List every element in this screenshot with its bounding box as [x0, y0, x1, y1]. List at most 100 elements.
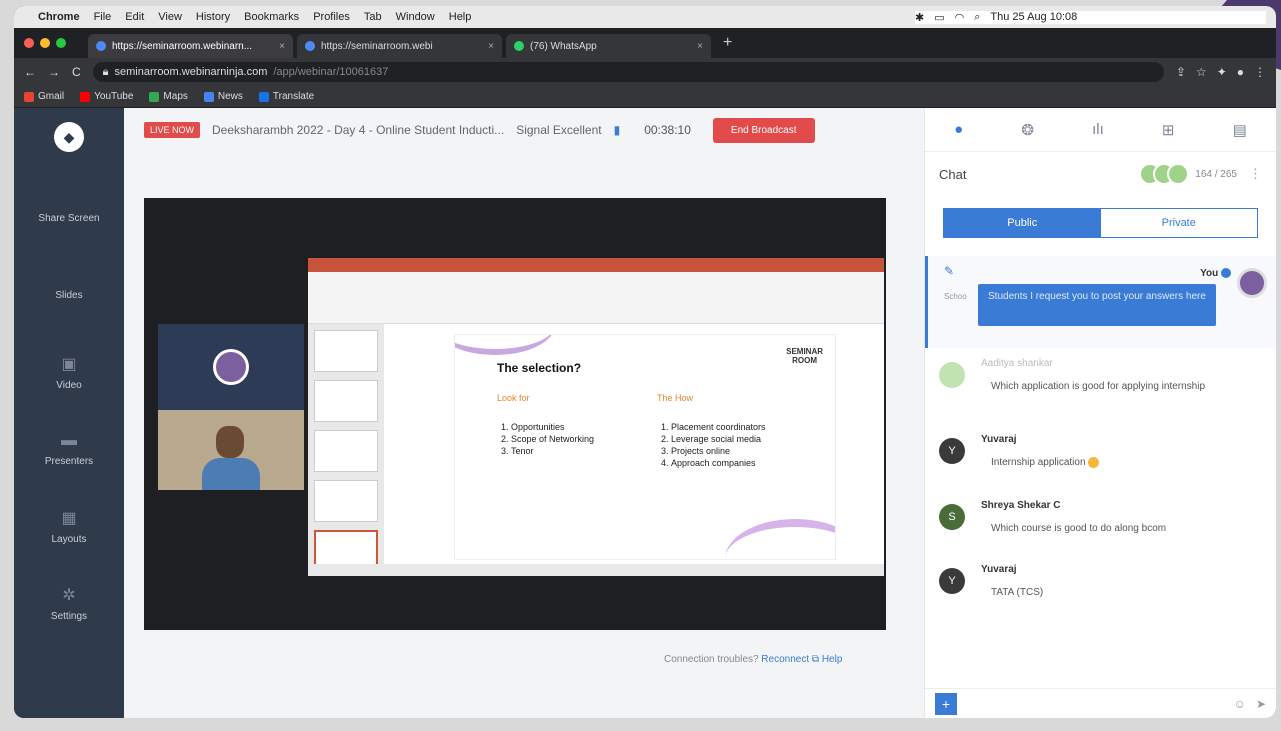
nav-share-screen[interactable]: Share Screen [38, 180, 99, 257]
webinar-app: ◆ Share Screen Slides ▣ Video ▬ Presente… [14, 108, 1276, 718]
video-icon: ▣ [61, 356, 77, 373]
emoji-icon[interactable]: ☺ [1234, 697, 1246, 711]
bookmark-label: YouTube [94, 91, 134, 102]
menu-view[interactable]: View [158, 11, 182, 23]
shared-powerpoint-window: SEMINAR ROOM The selection? Look for Opp… [308, 258, 884, 576]
pinned-message: ✎ Schoo You Students I request you to po… [925, 256, 1276, 348]
minimize-window-icon[interactable] [40, 38, 50, 48]
ppt-statusbar [308, 564, 884, 576]
pin-icon[interactable]: ✎ [944, 264, 954, 278]
menu-bookmarks[interactable]: Bookmarks [244, 11, 299, 23]
menu-window[interactable]: Window [396, 11, 435, 23]
bluetooth-icon[interactable]: ✱ [915, 11, 924, 24]
tab-polls-icon[interactable]: ılı [1092, 121, 1104, 138]
tab-handouts-icon[interactable]: ▤ [1233, 121, 1247, 139]
help-link[interactable]: Help [822, 654, 843, 665]
nav-label: Share Screen [38, 213, 100, 224]
menu-icon[interactable]: ⋮ [1254, 65, 1266, 79]
battery-icon[interactable]: ▭ [934, 11, 944, 24]
menu-profiles[interactable]: Profiles [313, 11, 350, 23]
public-tab[interactable]: Public [944, 209, 1101, 237]
nav-layouts[interactable]: ▦ Layouts [51, 488, 86, 565]
menu-app-name[interactable]: Chrome [38, 11, 80, 23]
bookmark-label: Gmail [38, 91, 65, 102]
chat-panel: ● ❂ ılı ⊞ ▤ Chat 164 / 265 ⋮ Public Priv… [924, 108, 1276, 718]
back-icon[interactable]: ← [24, 65, 36, 79]
bookmark-translate[interactable]: Translate [258, 91, 314, 102]
reload-icon[interactable]: C [72, 65, 81, 79]
close-tab-icon[interactable]: × [697, 41, 703, 52]
clock-datetime[interactable]: Thu 25 Aug 10:08 [990, 11, 1077, 23]
nav-label: Settings [50, 611, 88, 622]
lock-icon: 🔒︎ [102, 65, 109, 78]
private-tab[interactable]: Private [1101, 209, 1258, 237]
tab-chat-icon[interactable]: ● [954, 121, 963, 138]
slide-thumbnail [314, 330, 378, 372]
pinned-meta: Schoo [944, 292, 967, 301]
signal-status: Signal Excellent [516, 123, 602, 137]
tab-strip: https://seminarroom.webinarn... × https:… [14, 28, 1276, 58]
message-author: Aaditya shankar [981, 358, 1053, 369]
url-input[interactable]: 🔒︎ seminarroom.webinarninja.com/app/webi… [92, 62, 1164, 82]
gear-icon: ✲ [62, 587, 76, 604]
chat-input[interactable] [967, 703, 1224, 704]
end-broadcast-button[interactable]: End Broadcast [712, 117, 815, 143]
bookmark-youtube[interactable]: YouTube [80, 91, 133, 102]
toolbar-icons: ⇪ ☆ ✦ ● ⋮ [1176, 65, 1266, 79]
more-options-icon[interactable]: ⋮ [1249, 166, 1262, 182]
tab-seminarroom-1[interactable]: https://seminarroom.webinarn... × [88, 34, 293, 58]
panel-tabs: ● ❂ ılı ⊞ ▤ [925, 108, 1276, 152]
chat-title: Chat [939, 166, 967, 182]
brand-line: SEMINAR [786, 347, 823, 356]
webinar-favicon-icon [96, 41, 106, 51]
nav-presenters[interactable]: ▬ Presenters [45, 411, 93, 488]
right-column-heading: The How [657, 393, 694, 403]
reconnect-link[interactable]: Reconnect [761, 654, 809, 665]
search-icon[interactable]: ⌕ [974, 11, 980, 24]
tab-seminarroom-2[interactable]: https://seminarroom.webi × [297, 34, 502, 58]
nav-video[interactable]: ▣ Video [56, 334, 81, 411]
right-item: Projects online [671, 445, 766, 457]
live-badge: LIVE NOW [144, 122, 201, 138]
extensions-icon[interactable]: ✦ [1217, 65, 1227, 79]
maximize-window-icon[interactable] [56, 38, 66, 48]
close-tab-icon[interactable]: × [279, 41, 285, 52]
chat-composer: + ☺ ➤ [925, 688, 1276, 718]
tab-whatsapp[interactable]: (76) WhatsApp × [506, 34, 711, 58]
bookmark-maps[interactable]: Maps [149, 91, 188, 102]
menu-file[interactable]: File [94, 11, 112, 23]
nav-label: Layouts [51, 534, 87, 545]
nav-slides[interactable]: Slides [55, 257, 82, 334]
whatsapp-favicon-icon [514, 41, 524, 51]
menu-history[interactable]: History [196, 11, 230, 23]
star-icon[interactable]: ☆ [1196, 65, 1207, 79]
message-text: Which application is good for applying i… [991, 381, 1206, 392]
send-icon[interactable]: ➤ [1256, 697, 1266, 711]
slide-thumbnail [314, 480, 378, 522]
menu-edit[interactable]: Edit [125, 11, 144, 23]
close-tab-icon[interactable]: × [488, 41, 494, 52]
tab-offers-icon[interactable]: ⊞ [1162, 121, 1175, 139]
wifi-icon[interactable]: ◠ [955, 11, 965, 24]
mac-menubar: Chrome File Edit View History Bookmarks … [14, 6, 1276, 28]
tab-title: (76) WhatsApp [530, 40, 597, 52]
bookmark-gmail[interactable]: Gmail [24, 91, 64, 102]
bookmarks-bar: Gmail YouTube Maps News Translate [14, 86, 1276, 108]
nav-settings[interactable]: ✲ Settings [51, 565, 87, 642]
add-attachment-button[interactable]: + [935, 692, 957, 715]
chat-header: Chat 164 / 265 ⋮ [925, 152, 1276, 196]
bookmark-news[interactable]: News [203, 91, 243, 102]
slide-title: The selection? [497, 361, 582, 375]
new-tab-button[interactable]: + [723, 34, 732, 52]
menu-help[interactable]: Help [449, 11, 472, 23]
nav-label: Presenters [44, 456, 94, 467]
share-icon[interactable]: ⇪ [1176, 65, 1186, 79]
slide-right-column: The How Placement coordinators Leverage … [657, 393, 766, 469]
profile-icon[interactable]: ● [1237, 65, 1244, 79]
message-text: Which course is good to do along bcom [991, 523, 1167, 534]
forward-icon[interactable]: → [48, 65, 60, 79]
tab-questions-icon[interactable]: ❂ [1021, 121, 1034, 139]
menu-tab[interactable]: Tab [364, 11, 382, 23]
window-controls [24, 38, 66, 48]
close-window-icon[interactable] [24, 38, 34, 48]
